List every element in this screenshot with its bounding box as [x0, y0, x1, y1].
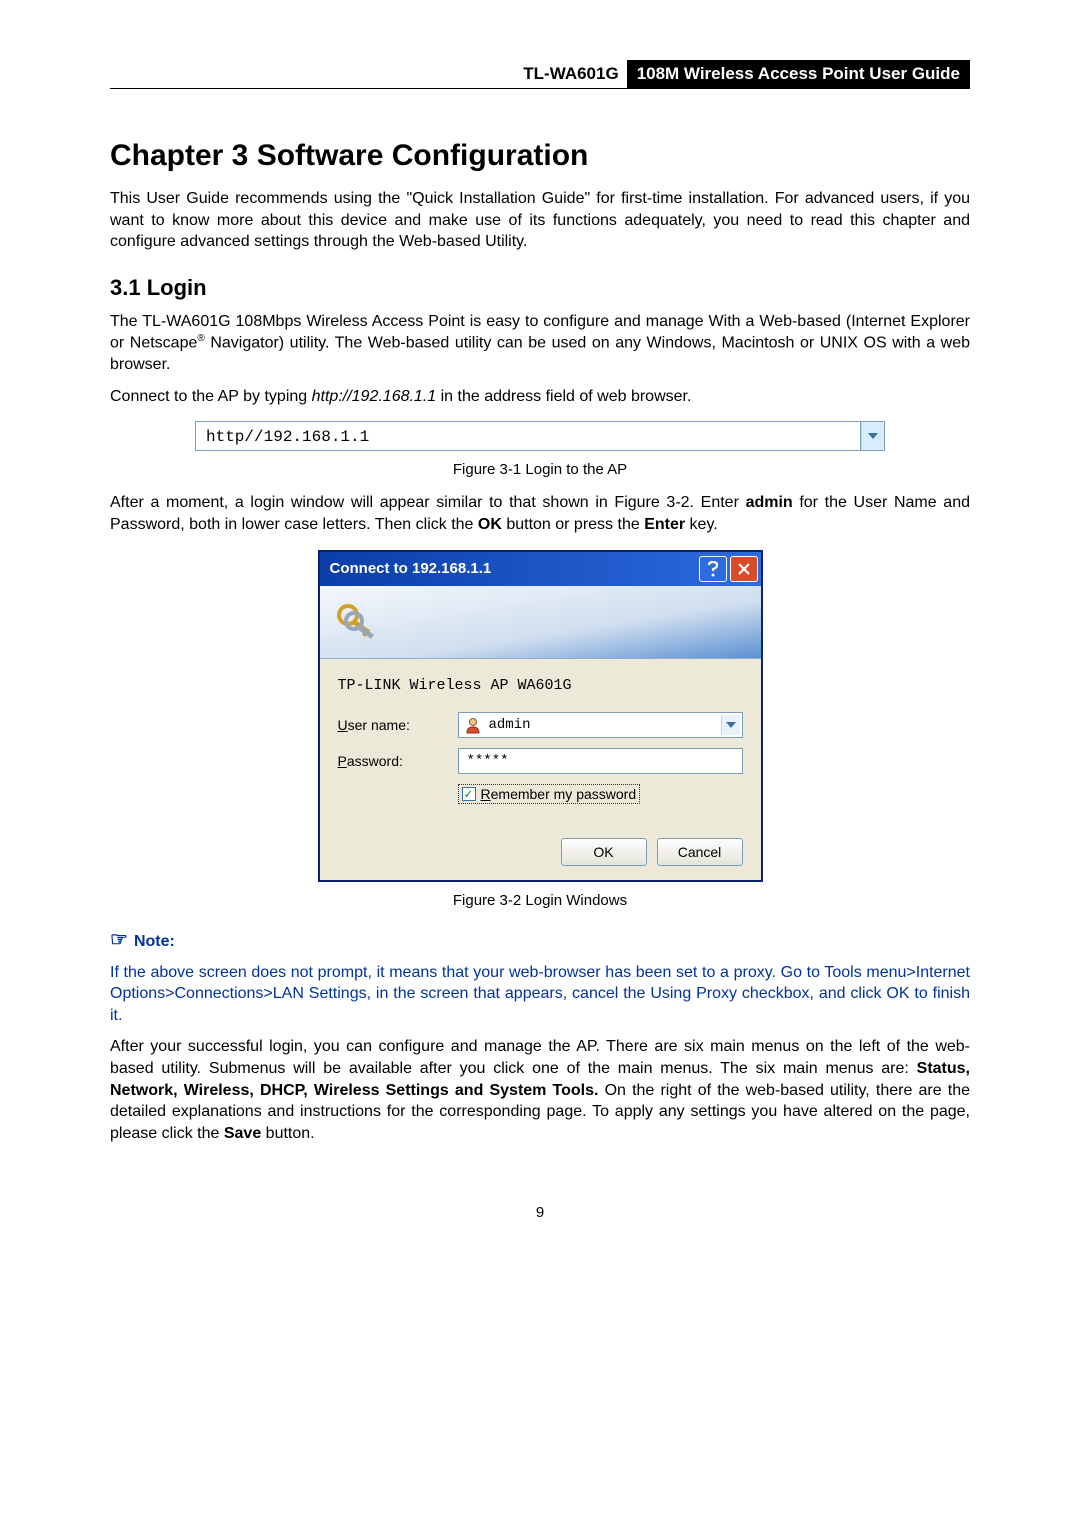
text: in the address field of web browser.: [436, 388, 691, 405]
chevron-down-icon: [868, 433, 878, 439]
user-icon: [464, 716, 482, 739]
cancel-button[interactable]: Cancel: [657, 838, 743, 866]
model-number: TL-WA601G: [515, 60, 626, 88]
text: ser name:: [348, 717, 410, 733]
text: Navigator) utility. The Web-based utilit…: [110, 335, 970, 374]
close-icon: [737, 562, 751, 576]
keys-icon: [334, 599, 380, 645]
text-ul: P: [338, 753, 347, 769]
address-dropdown-button[interactable]: [861, 422, 884, 450]
check-icon: ✓: [463, 789, 473, 799]
text: assword:: [347, 753, 403, 769]
text-bold: Enter: [644, 516, 685, 533]
doc-header: TL-WA601G 108M Wireless Access Point Use…: [110, 60, 970, 89]
dialog-body: TP-LINK Wireless AP WA601G User name: ad…: [320, 659, 761, 880]
dialog-title: Connect to 192.168.1.1: [330, 560, 699, 577]
figure-3-1: http//192.168.1.1: [195, 421, 885, 451]
doc-title: 108M Wireless Access Point User Guide: [627, 60, 970, 88]
chapter-intro: This User Guide recommends using the "Qu…: [110, 188, 970, 253]
note-heading: ☞ Note:: [110, 927, 970, 952]
password-label: Password:: [338, 753, 458, 769]
pointing-hand-icon: ☞: [110, 929, 128, 951]
text: key.: [685, 516, 718, 533]
text: After your successful login, you can con…: [110, 1038, 970, 1077]
username-label: User name:: [338, 717, 458, 733]
figure-3-2: Connect to 192.168.1.1: [318, 550, 763, 882]
username-dropdown-button[interactable]: [721, 715, 740, 735]
text-ul: R: [481, 786, 491, 802]
text-bold: admin: [746, 494, 793, 511]
text-ul: U: [338, 717, 348, 733]
dialog-button-row: OK Cancel: [338, 838, 743, 866]
section-3-1-p2: Connect to the AP by typing http://192.1…: [110, 386, 970, 408]
text-bold: OK: [478, 516, 502, 533]
chevron-down-icon: [726, 722, 736, 728]
username-row: User name: admin: [338, 712, 743, 738]
page-number: 9: [110, 1204, 970, 1221]
help-icon: [706, 561, 720, 577]
remember-password-label: Remember my password: [481, 786, 637, 802]
after-fig1-paragraph: After a moment, a login window will appe…: [110, 492, 970, 535]
note-body: If the above screen does not prompt, it …: [110, 962, 970, 1027]
text: button.: [261, 1125, 314, 1142]
figure-3-2-caption: Figure 3-2 Login Windows: [110, 892, 970, 909]
username-input[interactable]: admin: [458, 712, 743, 738]
text: After a moment, a login window will appe…: [110, 494, 746, 511]
password-row: Password: *****: [338, 748, 743, 774]
username-value: admin: [489, 717, 531, 733]
password-value: *****: [467, 753, 509, 769]
section-3-1-p1: The TL-WA601G 108Mbps Wireless Access Po…: [110, 311, 970, 376]
login-dialog: Connect to 192.168.1.1: [318, 550, 763, 882]
text: emember my password: [491, 786, 637, 802]
text: Connect to the AP by typing: [110, 388, 312, 405]
figure-3-1-caption: Figure 3-1 Login to the AP: [110, 461, 970, 478]
ok-button[interactable]: OK: [561, 838, 647, 866]
url-text: http://192.168.1.1: [312, 388, 437, 405]
connection-name: TP-LINK Wireless AP WA601G: [338, 677, 743, 694]
reg-mark: ®: [197, 333, 204, 344]
dialog-titlebar: Connect to 192.168.1.1: [320, 552, 761, 586]
address-input[interactable]: http//192.168.1.1: [196, 422, 861, 450]
chapter-title: Chapter 3 Software Configuration: [110, 139, 970, 173]
remember-password-row[interactable]: ✓ Remember my password: [458, 784, 641, 804]
help-button[interactable]: [699, 556, 727, 582]
note-label: Note:: [134, 933, 175, 950]
text: button or press the: [502, 516, 644, 533]
text-bold: Save: [224, 1125, 261, 1142]
dialog-banner: [320, 586, 761, 659]
close-button[interactable]: [730, 556, 758, 582]
password-input[interactable]: *****: [458, 748, 743, 774]
section-3-1-heading: 3.1 Login: [110, 275, 970, 301]
remember-password-checkbox[interactable]: ✓: [462, 787, 476, 801]
last-paragraph: After your successful login, you can con…: [110, 1036, 970, 1144]
address-bar[interactable]: http//192.168.1.1: [195, 421, 885, 451]
